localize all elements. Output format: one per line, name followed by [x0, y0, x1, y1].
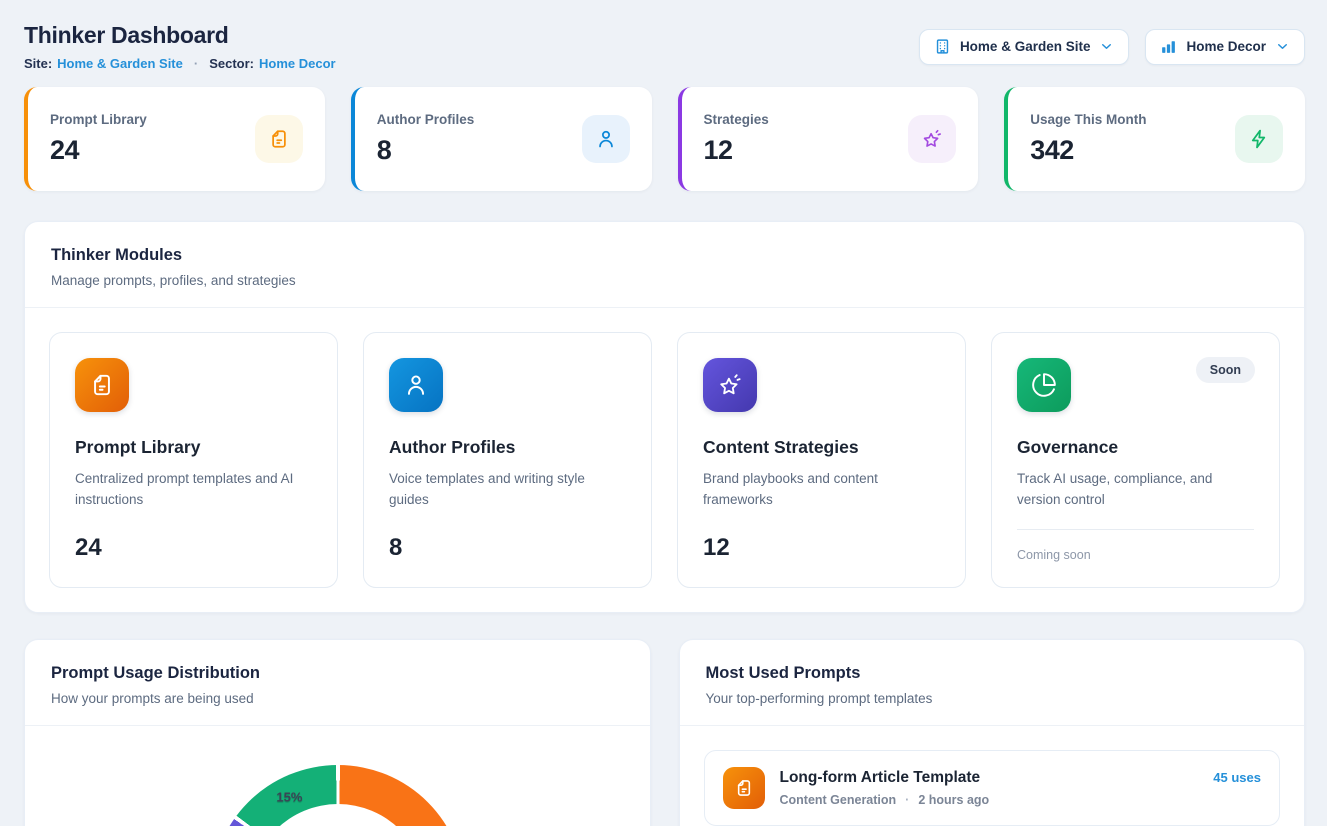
page-title: Thinker Dashboard	[24, 22, 336, 49]
site-link[interactable]: Home & Garden Site	[57, 56, 183, 71]
prompt-item-meta: Content Generation · 2 hours ago	[780, 793, 990, 807]
stat-value: 342	[1030, 135, 1146, 166]
site-label: Site:	[24, 56, 52, 71]
donut-hole	[250, 804, 426, 826]
prompt-list-item[interactable]: Long-form Article Template Content Gener…	[704, 750, 1281, 826]
user-icon	[582, 115, 630, 163]
file-text-icon	[723, 767, 765, 809]
sector-selector-label: Home Decor	[1186, 39, 1266, 54]
pie-chart-icon	[1017, 358, 1071, 412]
prompt-text: Long-form Article Template Content Gener…	[780, 769, 990, 807]
module-description: Voice templates and writing style guides	[389, 469, 624, 511]
usage-header: Prompt Usage Distribution How your promp…	[25, 640, 650, 726]
stat-value: 12	[704, 135, 769, 166]
module-stat: 8	[389, 534, 626, 562]
prompt-category: Content Generation	[780, 793, 897, 807]
stat-value: 24	[50, 135, 147, 166]
prompts-subtitle: Your top-performing prompt templates	[706, 691, 1279, 706]
module-card-governance[interactable]: Soon Governance Track AI usage, complian…	[991, 332, 1280, 588]
sector-label: Sector:	[209, 56, 254, 71]
stat-label: Usage This Month	[1030, 112, 1146, 127]
stat-card-prompt-library: Prompt Library 24	[24, 87, 325, 191]
module-title: Author Profiles	[389, 437, 626, 458]
soon-badge: Soon	[1196, 357, 1255, 383]
usage-title: Prompt Usage Distribution	[51, 664, 624, 683]
module-card-author-profiles[interactable]: Author Profiles Voice templates and writ…	[363, 332, 652, 588]
donut-slice-label: 15%	[276, 789, 302, 804]
prompts-header: Most Used Prompts Your top-performing pr…	[680, 640, 1305, 726]
chevron-down-icon	[1099, 39, 1114, 54]
module-description: Centralized prompt templates and AI inst…	[75, 469, 310, 511]
module-stat: 24	[75, 534, 312, 562]
header-selectors: Home & Garden Site Home Decor	[919, 29, 1305, 65]
module-stat: 12	[703, 534, 940, 562]
star-icon	[908, 115, 956, 163]
user-icon	[389, 358, 443, 412]
stat-text: Usage This Month 342	[1030, 112, 1146, 166]
meta-separator: ·	[194, 56, 198, 71]
prompt-usage-card: Prompt Usage Distribution How your promp…	[24, 639, 651, 826]
module-title: Governance	[1017, 437, 1254, 458]
stat-label: Prompt Library	[50, 112, 147, 127]
star-icon	[703, 358, 757, 412]
module-description: Track AI usage, compliance, and version …	[1017, 469, 1252, 511]
prompt-uses-badge: 45 uses	[1213, 767, 1261, 785]
prompts-list: Long-form Article Template Content Gener…	[680, 726, 1305, 826]
sector-selector-button[interactable]: Home Decor	[1145, 29, 1305, 65]
stat-label: Strategies	[704, 112, 769, 127]
site-selector-button[interactable]: Home & Garden Site	[919, 29, 1130, 65]
bar-chart-icon	[1160, 38, 1177, 55]
file-text-icon	[255, 115, 303, 163]
building-icon	[934, 38, 951, 55]
stats-row: Prompt Library 24 Author Profiles 8 Stra…	[24, 87, 1305, 191]
coming-soon-note: Coming soon	[1017, 529, 1254, 562]
prompts-title: Most Used Prompts	[706, 664, 1279, 683]
prompt-time: 2 hours ago	[918, 793, 989, 807]
stat-card-usage: Usage This Month 342	[1004, 87, 1305, 191]
prompt-item-title: Long-form Article Template	[780, 769, 990, 787]
modules-grid: Prompt Library Centralized prompt templa…	[25, 308, 1304, 612]
stat-label: Author Profiles	[377, 112, 475, 127]
module-card-content-strategies[interactable]: Content Strategies Brand playbooks and c…	[677, 332, 966, 588]
sector-link[interactable]: Home Decor	[259, 56, 336, 71]
module-card-prompt-library[interactable]: Prompt Library Centralized prompt templa…	[49, 332, 338, 588]
header: Thinker Dashboard Site: Home & Garden Si…	[24, 22, 1305, 71]
file-text-icon	[75, 358, 129, 412]
stat-value: 8	[377, 135, 475, 166]
site-selector-label: Home & Garden Site	[960, 39, 1091, 54]
dashboard-page: Thinker Dashboard Site: Home & Garden Si…	[0, 0, 1327, 826]
module-description: Brand playbooks and content frameworks	[703, 469, 938, 511]
bottom-row: Prompt Usage Distribution How your promp…	[24, 639, 1305, 826]
modules-subtitle: Manage prompts, profiles, and strategies	[51, 273, 1278, 288]
usage-chart-area: 15%	[25, 726, 650, 826]
thinker-modules-card: Thinker Modules Manage prompts, profiles…	[24, 221, 1305, 613]
modules-header: Thinker Modules Manage prompts, profiles…	[25, 222, 1304, 308]
stat-text: Author Profiles 8	[377, 112, 475, 166]
usage-subtitle: How your prompts are being used	[51, 691, 624, 706]
meta-separator: ·	[905, 793, 909, 807]
module-title: Prompt Library	[75, 437, 312, 458]
module-title: Content Strategies	[703, 437, 940, 458]
zap-icon	[1235, 115, 1283, 163]
usage-donut-chart: 15%	[211, 765, 465, 826]
stat-text: Prompt Library 24	[50, 112, 147, 166]
most-used-prompts-card: Most Used Prompts Your top-performing pr…	[679, 639, 1306, 826]
stat-text: Strategies 12	[704, 112, 769, 166]
breadcrumb: Site: Home & Garden Site · Sector: Home …	[24, 56, 336, 71]
chevron-down-icon	[1275, 39, 1290, 54]
stat-card-strategies: Strategies 12	[678, 87, 979, 191]
stat-card-author-profiles: Author Profiles 8	[351, 87, 652, 191]
title-block: Thinker Dashboard Site: Home & Garden Si…	[24, 22, 336, 71]
modules-title: Thinker Modules	[51, 246, 1278, 265]
